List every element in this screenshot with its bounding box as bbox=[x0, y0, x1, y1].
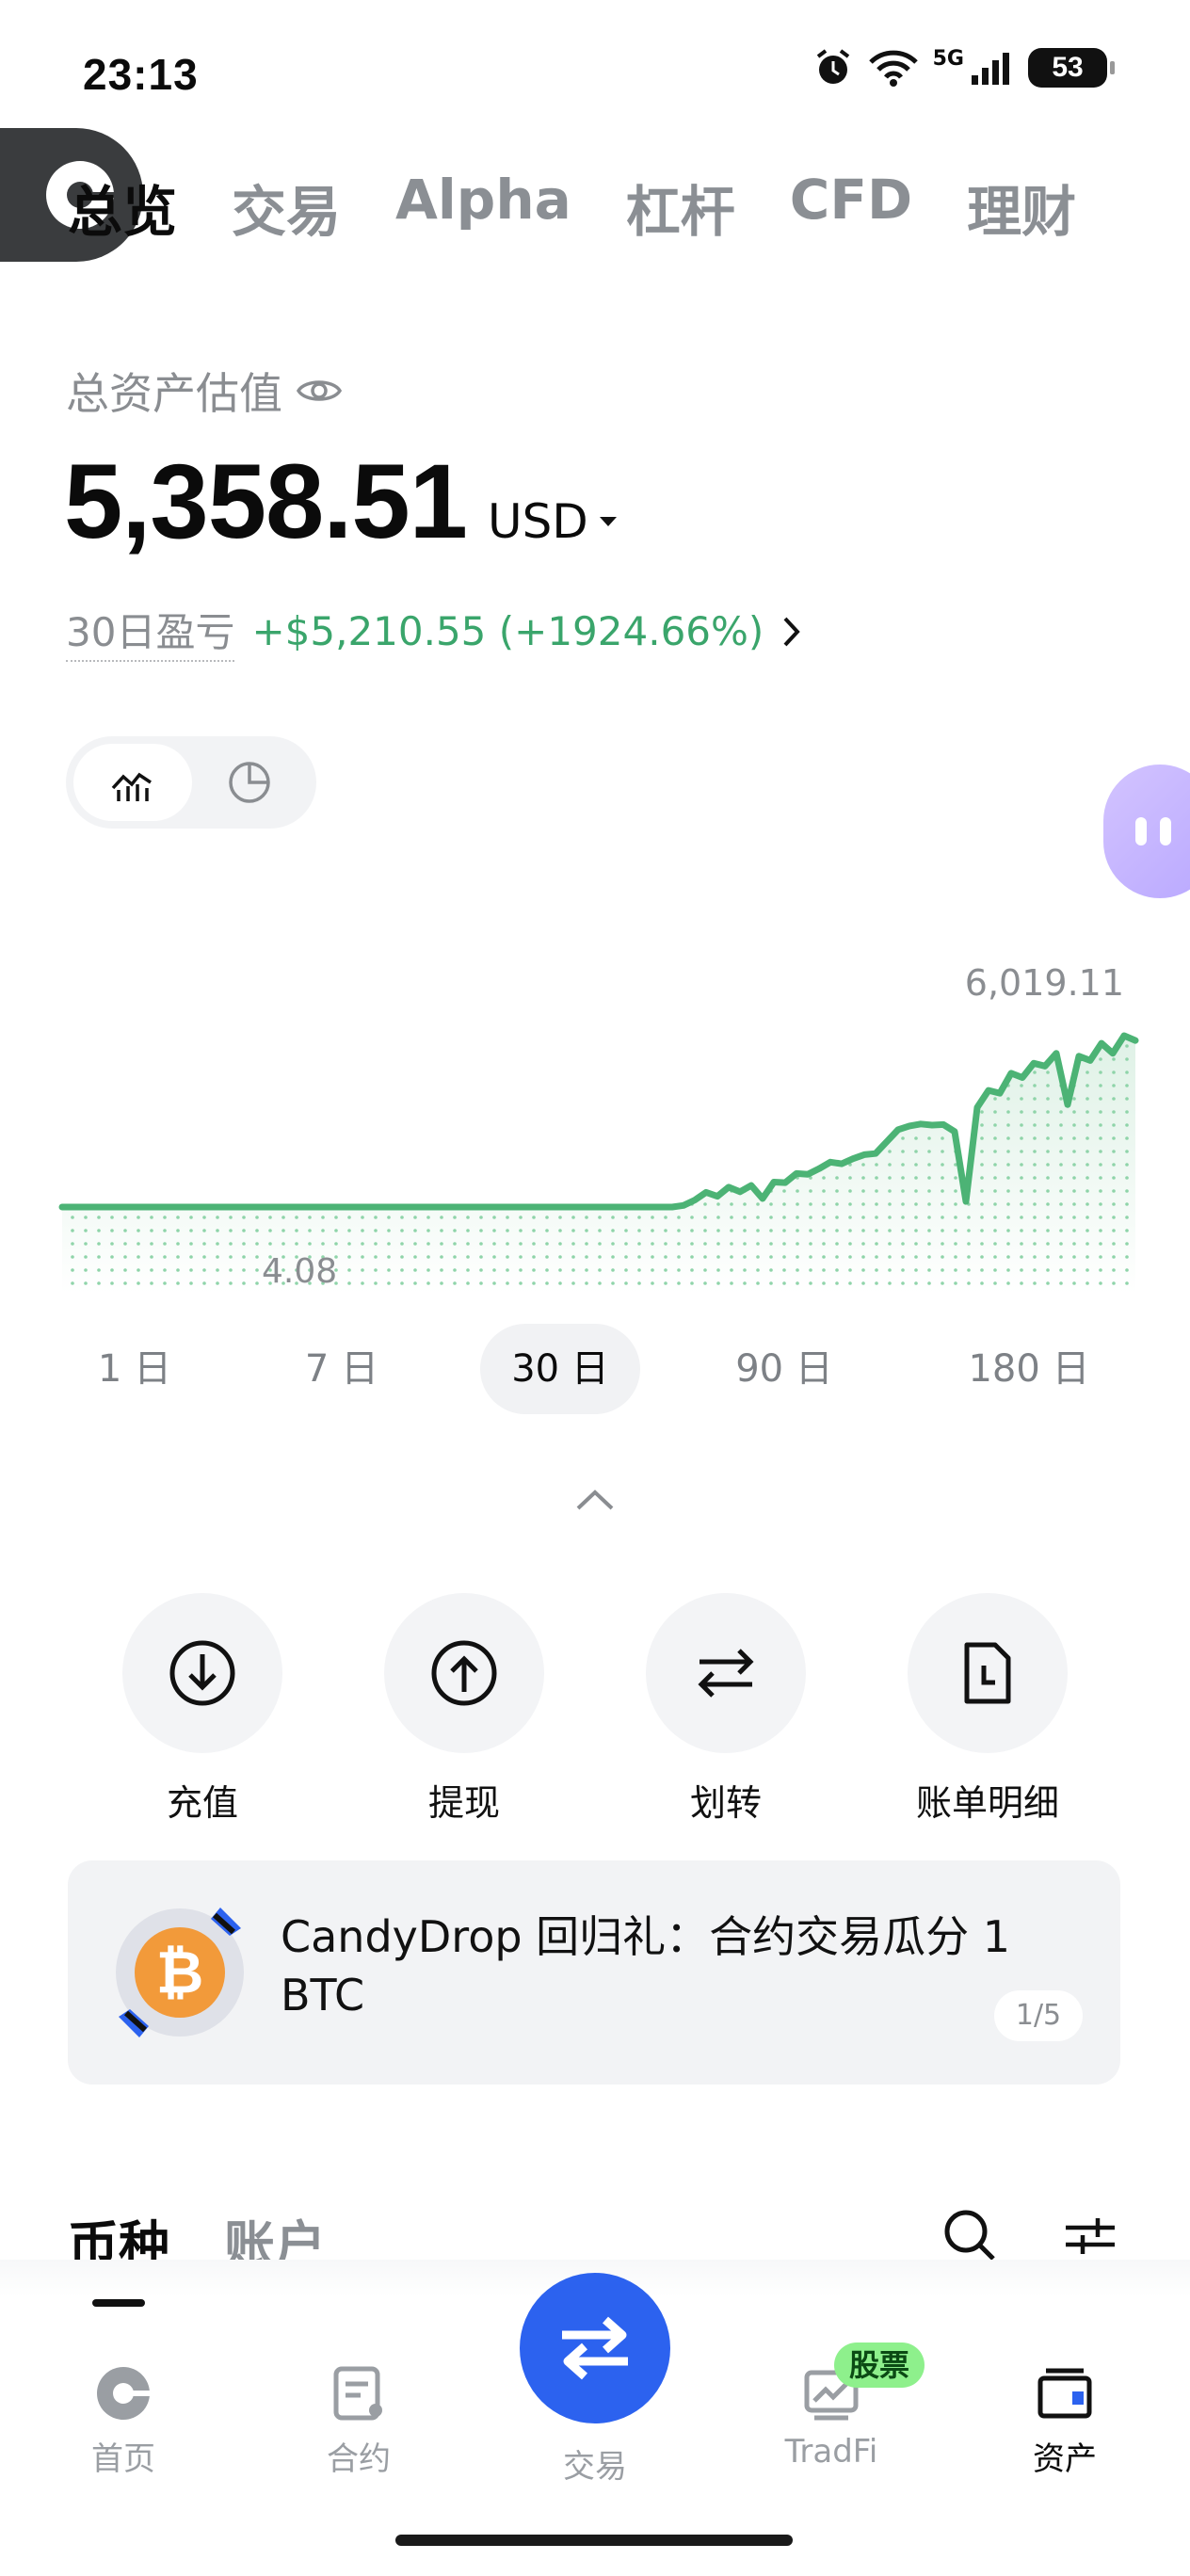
nav-trade-button[interactable] bbox=[520, 2273, 670, 2423]
deposit-icon bbox=[169, 1640, 235, 1706]
home-logo-icon bbox=[97, 2367, 153, 2420]
chart-type-toggle bbox=[66, 736, 316, 829]
pie-chart-toggle[interactable] bbox=[190, 744, 309, 821]
withdraw-icon bbox=[431, 1640, 497, 1706]
bill-detail-icon bbox=[964, 1642, 1011, 1704]
range-30d[interactable]: 30 日 bbox=[480, 1324, 640, 1414]
caret-down-icon bbox=[599, 517, 617, 526]
search-icon[interactable] bbox=[941, 2207, 998, 2263]
time-range-selector: 1 日 7 日 30 日 90 日 180 日 bbox=[64, 1324, 1128, 1414]
promo-banner[interactable]: ₿ CandyDrop 回归礼：合约交易瓜分 1 BTC 1/5 bbox=[68, 1860, 1120, 2085]
nav-home-label: 首页 bbox=[91, 2440, 155, 2478]
wifi-icon bbox=[868, 50, 918, 87]
chart-min-label: 4.08 bbox=[262, 1252, 338, 1291]
currency-selector[interactable]: USD bbox=[488, 494, 619, 549]
pnl-row[interactable]: 30日盈亏 +$5,210.55 (+1924.66%) bbox=[66, 601, 803, 662]
pie-chart-icon bbox=[229, 762, 270, 803]
nav-trade-label: 交易 bbox=[563, 2448, 627, 2486]
filter-icon[interactable] bbox=[1064, 2213, 1117, 2260]
deposit-button[interactable]: 充值 bbox=[122, 1593, 282, 1826]
eye-icon[interactable] bbox=[296, 374, 343, 408]
nav-assets[interactable]: 资产 bbox=[994, 2363, 1135, 2479]
transfer-icon bbox=[698, 1649, 754, 1698]
svg-text:₿: ₿ bbox=[156, 1938, 204, 2006]
total-balance-value: 5,358.51 bbox=[64, 443, 468, 560]
chevron-right-icon bbox=[783, 617, 801, 646]
status-icons: 5G 53 bbox=[812, 47, 1115, 89]
pnl-value: +$5,210.55 (+1924.66%) bbox=[251, 608, 764, 654]
range-90d[interactable]: 90 日 bbox=[714, 1324, 855, 1414]
nav-futures-label: 合约 bbox=[327, 2440, 391, 2478]
total-assets-label: 总资产估值 bbox=[66, 368, 282, 419]
active-tab-underline bbox=[92, 2299, 145, 2307]
withdraw-button[interactable]: 提现 bbox=[384, 1593, 544, 1826]
range-180d[interactable]: 180 日 bbox=[949, 1324, 1109, 1414]
chevron-up-icon[interactable] bbox=[574, 1488, 616, 1512]
contract-icon bbox=[333, 2366, 382, 2421]
currency-label: USD bbox=[487, 494, 588, 549]
nav-tradfi-label: TradFi bbox=[784, 2433, 878, 2471]
transfer-label: 划转 bbox=[689, 1782, 762, 1824]
deposit-label: 充值 bbox=[166, 1782, 238, 1824]
banner-page-indicator: 1/5 bbox=[994, 1990, 1083, 2041]
tab-cfd[interactable]: CFD bbox=[790, 168, 912, 247]
tab-trade[interactable]: 交易 bbox=[232, 168, 341, 247]
home-indicator bbox=[395, 2535, 793, 2546]
range-1d[interactable]: 1 日 bbox=[64, 1324, 205, 1414]
tab-margin[interactable]: 杠杆 bbox=[626, 168, 735, 247]
nav-futures[interactable]: 合约 bbox=[288, 2363, 429, 2479]
stocks-badge: 股票 bbox=[834, 2343, 925, 2388]
wallet-icon bbox=[1037, 2368, 1092, 2419]
transfer-button[interactable]: 划转 bbox=[646, 1593, 806, 1826]
total-assets-label-row: 总资产估值 bbox=[66, 360, 343, 422]
tab-earn[interactable]: 理财 bbox=[967, 168, 1076, 247]
chart-area-fill bbox=[62, 1036, 1135, 1294]
status-time: 23:13 bbox=[83, 50, 199, 99]
alarm-icon bbox=[816, 49, 849, 84]
top-tabs: 总览 交易 Alpha 杠杆 CFD 理财 bbox=[68, 168, 1076, 247]
signal-icon bbox=[972, 53, 1009, 85]
nav-home[interactable]: 首页 bbox=[53, 2363, 194, 2479]
line-chart-toggle[interactable] bbox=[73, 744, 192, 821]
banner-text: CandyDrop 回归礼：合约交易瓜分 1 BTC bbox=[281, 1911, 1011, 2021]
statement-button[interactable]: 账单明细 bbox=[908, 1593, 1068, 1826]
range-7d[interactable]: 7 日 bbox=[271, 1324, 412, 1414]
line-chart-icon bbox=[111, 772, 152, 801]
swap-arrows-icon bbox=[562, 2316, 628, 2380]
tab-overview[interactable]: 总览 bbox=[68, 168, 177, 247]
bitcoin-gift-icon: ₿ bbox=[116, 1908, 244, 2037]
statement-label: 账单明细 bbox=[915, 1782, 1059, 1824]
nav-assets-label: 资产 bbox=[1033, 2440, 1097, 2478]
battery-indicator: 53 bbox=[1028, 48, 1115, 88]
pnl-label: 30日盈亏 bbox=[66, 601, 235, 662]
assistant-bubble[interactable] bbox=[1103, 765, 1190, 898]
network-type: 5G bbox=[932, 47, 964, 71]
withdraw-label: 提现 bbox=[427, 1782, 500, 1824]
balance-row: 5,358.51 USD bbox=[64, 441, 619, 562]
portfolio-chart bbox=[58, 1032, 1139, 1294]
tab-alpha[interactable]: Alpha bbox=[395, 168, 571, 247]
